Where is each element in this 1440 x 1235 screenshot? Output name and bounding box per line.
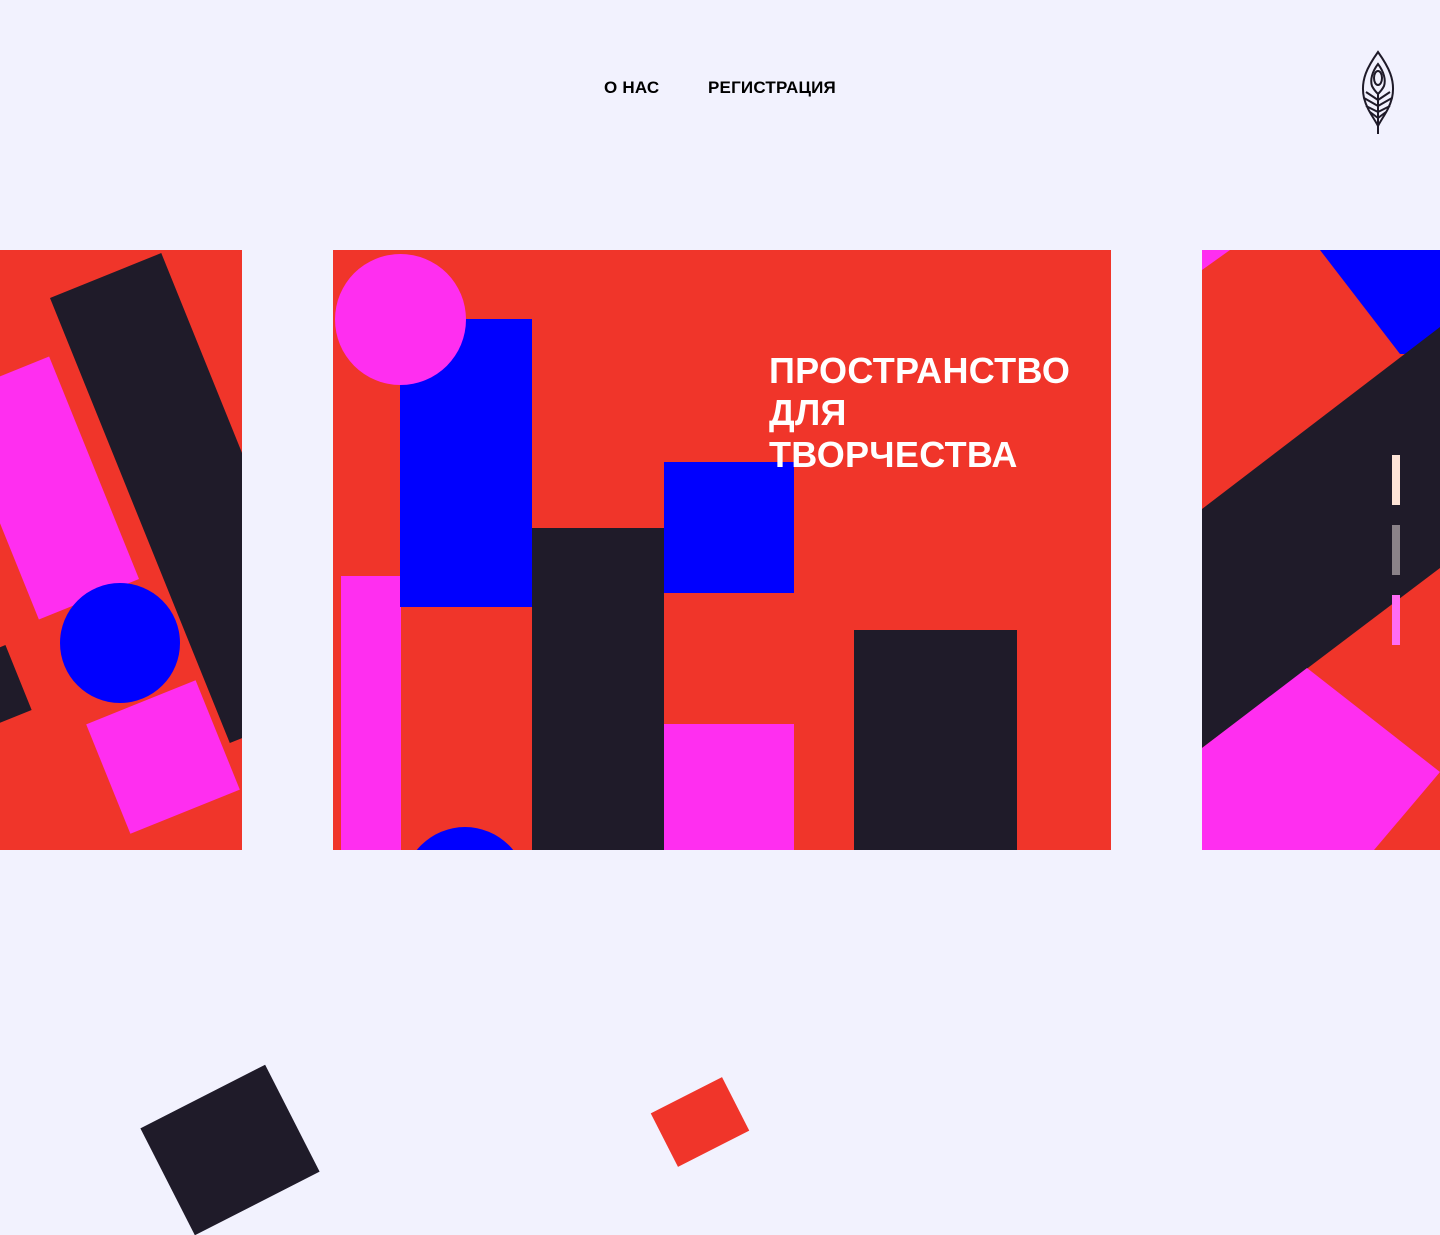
slider-indicator-3[interactable] — [1392, 595, 1400, 645]
main-nav: О НАС РЕГИСТРАЦИЯ — [0, 78, 1440, 108]
dark-tall-rect-shape — [532, 528, 664, 850]
slider-indicator-2[interactable] — [1392, 525, 1400, 575]
blue-square-shape — [664, 462, 794, 593]
hero-title-line: ДЛЯ — [769, 392, 847, 433]
slider-indicator-1[interactable] — [1392, 455, 1400, 505]
hero-title-line: ТВОРЧЕСТВА — [769, 434, 1018, 475]
red-shape-partial — [650, 1077, 750, 1167]
next-slide-art — [1202, 250, 1440, 850]
hero-title-line: ПРОСТРАНСТВО — [769, 350, 1071, 391]
magenta-circle-shape — [335, 254, 466, 385]
slider-indicators — [1392, 455, 1400, 665]
dark-shape-partial — [140, 1064, 320, 1235]
dark-rect-shape — [854, 630, 1017, 850]
hero-title: ПРОСТРАНСТВО ДЛЯ ТВОРЧЕСТВА — [769, 350, 1070, 476]
magenta-bar-shape — [341, 576, 401, 850]
magenta-square-shape — [664, 724, 794, 850]
magenta-corner-shape — [1202, 250, 1230, 270]
feather-icon[interactable] — [1352, 48, 1404, 136]
slide-current[interactable]: ПРОСТРАНСТВО ДЛЯ ТВОРЧЕСТВА — [333, 250, 1111, 850]
blue-triangle-shape — [1320, 250, 1440, 354]
dark-bar-small-shape — [0, 645, 32, 725]
nav-link-registration[interactable]: РЕГИСТРАЦИЯ — [708, 78, 836, 98]
slide-next[interactable] — [1202, 250, 1440, 850]
blue-circle-shape — [60, 583, 180, 703]
slide-previous[interactable] — [0, 250, 242, 850]
blue-circle-shape — [403, 827, 527, 850]
nav-link-about[interactable]: О НАС — [604, 78, 659, 98]
